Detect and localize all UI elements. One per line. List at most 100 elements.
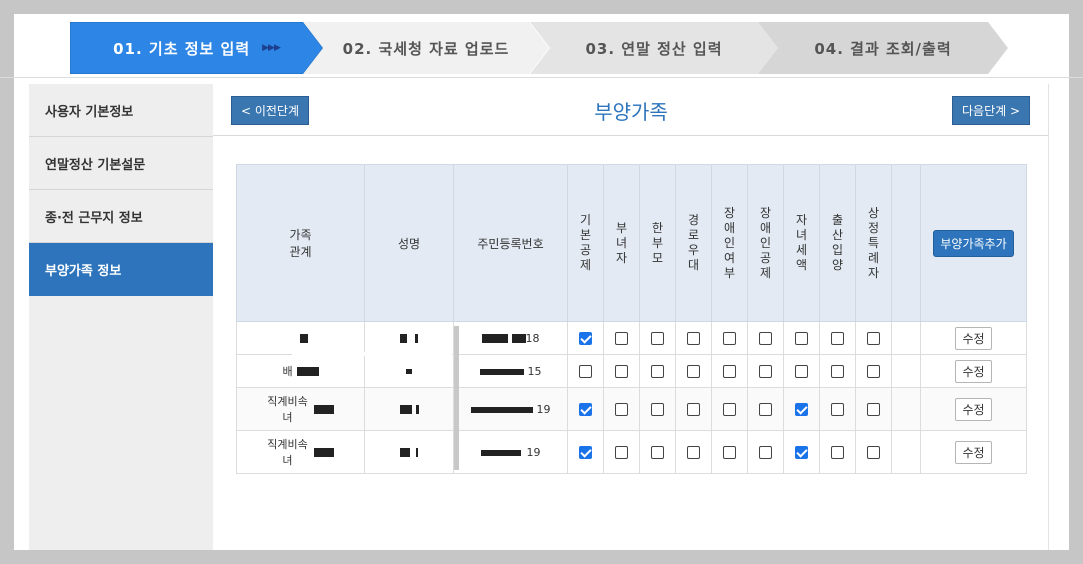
check-single-parent[interactable] [639,354,676,388]
check-basic[interactable] [567,387,604,431]
table-row: 직계비속 녀 19 수정 [236,430,1027,474]
checkbox[interactable] [615,365,628,378]
rrn-cell: 15 [453,354,568,388]
check-taxpayer[interactable] [855,354,892,388]
edit-button[interactable]: 수정 [955,440,992,464]
check-disabled-yn[interactable] [711,321,748,355]
edit-button[interactable]: 수정 [955,359,992,383]
check-disabled-yn[interactable] [711,430,748,474]
checkbox[interactable] [615,446,628,459]
check-disabled-deduction[interactable] [747,430,784,474]
table-header-row: 가족 관계 성명 주민등록번호 기본공제 부녀자 한부모 경로우대 장애인여부 … [236,164,1027,322]
name-cell [364,354,454,388]
checkbox[interactable] [687,403,700,416]
sidebar-item-survey[interactable]: 연말정산 기본설문 [29,137,213,190]
checkbox[interactable] [651,332,664,345]
checkbox[interactable] [795,365,808,378]
checkbox[interactable] [759,332,772,345]
add-dependent-button[interactable]: 부양가족추가 [933,229,1014,257]
checkbox[interactable] [795,332,808,345]
check-taxpayer[interactable] [855,387,892,431]
check-elderly[interactable] [675,430,712,474]
checkbox[interactable] [795,403,808,416]
check-single-parent[interactable] [639,387,676,431]
checkbox[interactable] [651,446,664,459]
check-single-parent[interactable] [639,430,676,474]
checkbox[interactable] [831,332,844,345]
check-female[interactable] [603,430,640,474]
empty-cell [891,430,921,474]
check-elderly[interactable] [675,387,712,431]
check-elderly[interactable] [675,321,712,355]
check-disabled-deduction[interactable] [747,387,784,431]
checkbox[interactable] [867,365,880,378]
relation-cell: 배 [236,354,365,388]
edit-button[interactable]: 수정 [955,397,992,421]
check-female[interactable] [603,387,640,431]
check-single-parent[interactable] [639,321,676,355]
checkbox[interactable] [759,365,772,378]
checkbox[interactable] [759,403,772,416]
step-yearend-input[interactable]: 03. 연말 정산 입력 [530,22,778,74]
checkbox[interactable] [651,365,664,378]
checkbox[interactable] [651,403,664,416]
check-basic[interactable] [567,430,604,474]
check-child-credit[interactable] [783,387,820,431]
check-disabled-deduction[interactable] [747,321,784,355]
sidebar-item-workplace[interactable]: 종·전 근무지 정보 [29,190,213,243]
check-taxpayer[interactable] [855,430,892,474]
play-arrows-icon: ▶▶▶ [262,43,281,53]
step-label: 02. 국세청 자료 업로드 [342,39,510,58]
checkbox[interactable] [831,403,844,416]
checkbox[interactable] [579,446,592,459]
checkbox[interactable] [579,403,592,416]
check-disabled-deduction[interactable] [747,354,784,388]
step-nts-upload[interactable]: 02. 국세청 자료 업로드 [303,22,549,74]
checkbox[interactable] [723,446,736,459]
col-relation: 가족 관계 [236,164,365,322]
sidebar-item-user-info[interactable]: 사용자 기본정보 [29,84,213,137]
check-disabled-yn[interactable] [711,354,748,388]
step-basic-info[interactable]: 01. 기초 정보 입력 ▶▶▶ [70,22,323,74]
checkbox[interactable] [687,365,700,378]
checkbox[interactable] [579,332,592,345]
checkbox[interactable] [831,365,844,378]
check-basic[interactable] [567,354,604,388]
sidebar-item-dependents[interactable]: 부양가족 정보 [29,243,213,296]
edit-button[interactable]: 수정 [955,326,992,350]
checkbox[interactable] [687,332,700,345]
checkbox[interactable] [615,332,628,345]
step-result-output[interactable]: 04. 결과 조회/출력 [758,22,1008,74]
checkbox[interactable] [723,403,736,416]
check-female[interactable] [603,321,640,355]
checkbox[interactable] [723,332,736,345]
col-disabled-yn: 장애인여부 [711,164,748,322]
checkbox[interactable] [615,403,628,416]
check-elderly[interactable] [675,354,712,388]
check-child-credit[interactable] [783,430,820,474]
checkbox[interactable] [579,365,592,378]
check-female[interactable] [603,354,640,388]
check-taxpayer[interactable] [855,321,892,355]
checkbox[interactable] [867,332,880,345]
name-cell [364,387,454,431]
checkbox[interactable] [867,446,880,459]
col-empty [891,164,921,322]
check-disabled-yn[interactable] [711,387,748,431]
checkbox[interactable] [867,403,880,416]
col-child-credit: 자녀세액 [783,164,820,322]
checkbox[interactable] [759,446,772,459]
checkbox[interactable] [795,446,808,459]
check-child-credit[interactable] [783,354,820,388]
checkbox[interactable] [687,446,700,459]
next-step-button[interactable]: 다음단계 > [952,96,1030,125]
check-birth-adopt[interactable] [819,354,856,388]
check-birth-adopt[interactable] [819,387,856,431]
checkbox[interactable] [723,365,736,378]
checkbox[interactable] [831,446,844,459]
check-child-credit[interactable] [783,321,820,355]
check-birth-adopt[interactable] [819,430,856,474]
check-basic[interactable] [567,321,604,355]
col-basic-deduction: 기본공제 [567,164,604,322]
check-birth-adopt[interactable] [819,321,856,355]
